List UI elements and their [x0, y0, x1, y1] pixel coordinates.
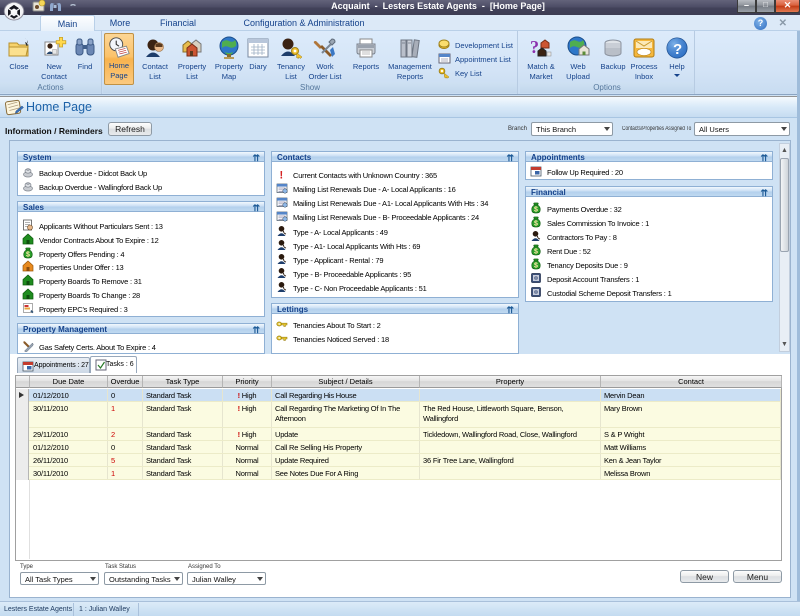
svg-text:?: ?: [673, 41, 682, 58]
